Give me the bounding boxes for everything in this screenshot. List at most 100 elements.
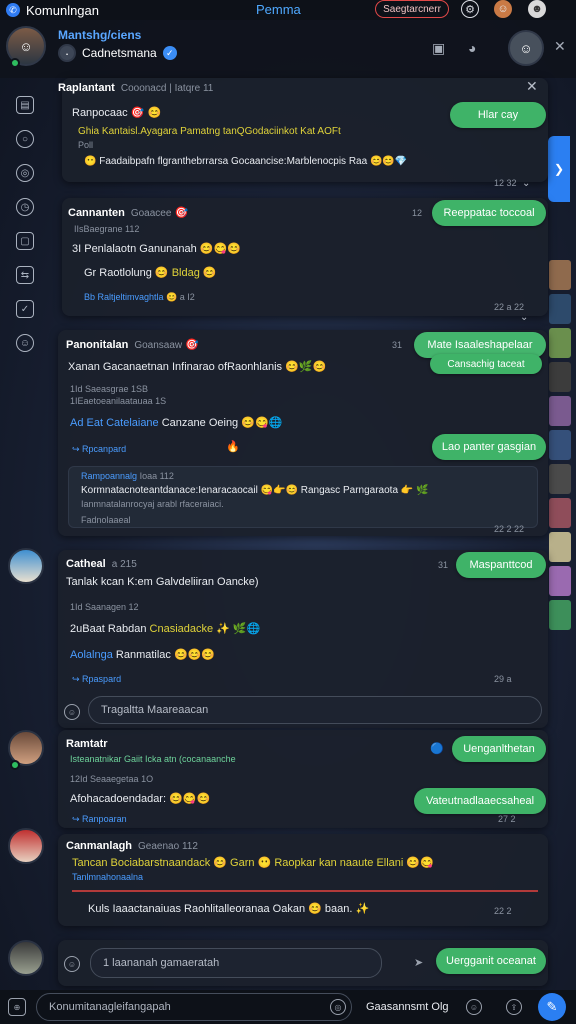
close-icon[interactable]: ✕	[554, 38, 566, 55]
reply-button[interactable]: Lao panter gasgian	[432, 434, 546, 460]
bookmark-icon[interactable]: ▤	[16, 96, 34, 114]
reply-link[interactable]: ↪ Ranpoaran	[72, 814, 127, 825]
card-title: Ramtatr	[66, 738, 108, 750]
share-icon[interactable]: ⇪	[506, 999, 522, 1015]
reply-input[interactable]: 1 laananah gamaeratah	[90, 948, 382, 978]
rail-avatar[interactable]	[549, 294, 571, 324]
message-sub: 12Id Seaaegetaa 1O	[70, 774, 154, 784]
card-title: Catheal a 215	[66, 558, 137, 570]
attach-icon[interactable]: ⊕	[8, 998, 26, 1016]
reply-button[interactable]: Hlar cay	[450, 102, 546, 128]
reaction-icon[interactable]: 🔥	[226, 440, 240, 453]
globe-icon[interactable]: ◎	[16, 164, 34, 182]
rail-avatar[interactable]	[549, 328, 571, 358]
reply-button[interactable]: Uenganlthetan	[452, 736, 546, 762]
message-text: Afohacadoendadar:	[70, 793, 167, 805]
channel-subtitle: Cadnetsmana	[82, 46, 157, 60]
reply-link[interactable]: ↪ Rpaspard	[72, 674, 121, 685]
card-title-text: Canmanlagh	[66, 840, 133, 852]
reply-link[interactable]: ↪ Rpcanpard	[72, 444, 126, 455]
card-title-text: Catheal	[66, 558, 106, 570]
message-line: 2uBaat Rabdan Cnasiadacke ✨ 🌿🌐	[70, 623, 261, 635]
message-highlight: Cnasiadacke	[149, 623, 214, 635]
user-avatar[interactable]	[8, 828, 44, 864]
card-meta: a 215	[111, 559, 137, 570]
channel-name[interactable]: Mantshg/ciens	[58, 28, 141, 42]
quote-text: Rangasc Parngaraota	[300, 485, 399, 496]
message-link[interactable]: Tanlmnahonaalna	[72, 872, 143, 882]
user-avatar[interactable]	[8, 940, 44, 976]
check-icon[interactable]: ✓	[16, 300, 34, 318]
settings-icon[interactable]: ⚙	[461, 0, 479, 18]
compose-button[interactable]: ✎	[538, 993, 566, 1021]
emoji-icon[interactable]: ☺	[64, 704, 80, 720]
rail-avatar[interactable]	[549, 464, 571, 494]
share-icon[interactable]: ⇆	[16, 266, 34, 284]
reply-label[interactable]: Ranpoaran	[82, 814, 127, 824]
message-highlight: Garn	[230, 857, 255, 869]
send-icon[interactable]: ➤	[414, 956, 423, 969]
camera-icon[interactable]: ▣	[432, 40, 445, 57]
emoji-icon[interactable]: ☺	[16, 334, 34, 352]
message-card: Raplantant Cooonacd | Iatqre 11 ✕ Ranpoca…	[58, 78, 548, 189]
user-avatar[interactable]	[8, 548, 44, 584]
rail-avatar[interactable]	[549, 362, 571, 392]
message-sub: IIsBaegrane 112	[74, 224, 140, 234]
rail-avatar[interactable]	[549, 600, 571, 630]
rail-avatar[interactable]	[549, 396, 571, 426]
reply-button[interactable]: Reeppatac toccoal	[432, 200, 546, 226]
contact-avatar[interactable]: ☺	[508, 30, 544, 66]
message-text: baan.	[324, 903, 353, 915]
divider	[72, 890, 538, 892]
message-input[interactable]: Konumitanagleifangapah	[36, 993, 352, 1021]
clock-icon[interactable]: ◷	[16, 198, 34, 216]
side-panel-tab[interactable]: ❯	[548, 136, 570, 202]
message-sub: 1Id Saanagen 12	[70, 602, 139, 612]
chat-icon[interactable]: ○	[16, 130, 34, 148]
timestamp: 29 a	[494, 674, 512, 684]
reply-label[interactable]: Rpcanpard	[82, 444, 126, 454]
rail-avatar[interactable]	[549, 532, 571, 562]
reply-label[interactable]: Rpaspard	[82, 674, 121, 684]
bottom-label[interactable]: Gaasannsmt Olg	[366, 1001, 449, 1013]
rail-avatar[interactable]	[549, 498, 571, 528]
quote-line: Kormnatacnoteantdanace:Ienaracaocail 😋👉😊…	[81, 485, 429, 496]
profile-avatar[interactable]: ☺	[494, 0, 512, 18]
message-link[interactable]: Aolalnga	[70, 649, 113, 661]
message-link[interactable]: Ad Eat Catelaiane	[70, 417, 159, 429]
message-sub: 1IEaetoeanilaatauaa 1S	[70, 396, 167, 406]
message-card: Canmanlagh Geaenao 112 Tancan Bociabarstn…	[58, 834, 548, 926]
message-text: Kuls Iaaactanaiuas Raohlitalleoranaa Oak…	[88, 903, 306, 915]
center-title[interactable]: Pemma	[256, 2, 301, 17]
quote-line: Ianmnatalanrocyaj arabl rfaceraiaci.	[81, 499, 224, 509]
call-icon[interactable]: ◕	[468, 40, 476, 56]
mic-icon[interactable]: ◎	[330, 999, 346, 1015]
message-line: Ghia Kantaisl.Ayagara Pamatng tanQGodaci…	[78, 126, 341, 137]
account-avatar[interactable]: ☻	[528, 0, 546, 18]
message-author: Ranpocaac	[72, 107, 128, 119]
close-icon[interactable]: ✕	[526, 78, 538, 95]
emoji-icon[interactable]: ☺	[64, 956, 80, 972]
reply-button[interactable]: Cansachig taceat	[430, 354, 542, 374]
chevron-down-icon[interactable]: ⌄	[522, 178, 530, 189]
reply-button[interactable]: Uergganit oceanat	[436, 948, 546, 974]
message-line: Tancan Bociabarstnaandack 😊 Garn 😶 Raopk…	[72, 857, 434, 869]
reply-button[interactable]: Maspanttcod	[456, 552, 546, 578]
bell-icon[interactable]: ▢	[16, 232, 34, 250]
reaction-icon[interactable]: 🔵	[430, 742, 444, 755]
emoji-icon[interactable]: ☺	[466, 999, 482, 1015]
message-link[interactable]: Bb Raltjeltimvaghtla	[84, 292, 164, 302]
counter: 31	[392, 340, 403, 350]
quoted-message[interactable]: Rampoannalg Ioaa 112 Kormnatacnoteantdan…	[68, 466, 538, 528]
card-meta: Cooonacd | Iatqre 11	[120, 83, 214, 94]
counter: 12	[412, 208, 423, 218]
rail-avatar[interactable]	[549, 566, 571, 596]
rail-avatar[interactable]	[549, 430, 571, 460]
reply-button[interactable]: Vateutnadlaaecsaheal	[414, 788, 546, 814]
rail-avatar[interactable]	[549, 260, 571, 290]
search-button[interactable]: Saegtarcnerr	[375, 0, 449, 18]
chevron-down-icon[interactable]: ⌄	[520, 312, 528, 323]
reply-input[interactable]: Tragaltta Maareaacan	[88, 696, 542, 724]
message-text: Canzane Oeing	[161, 417, 239, 429]
message-line: Isteanatnikar Gaiit Icka atn (cocanaanch…	[70, 754, 236, 764]
